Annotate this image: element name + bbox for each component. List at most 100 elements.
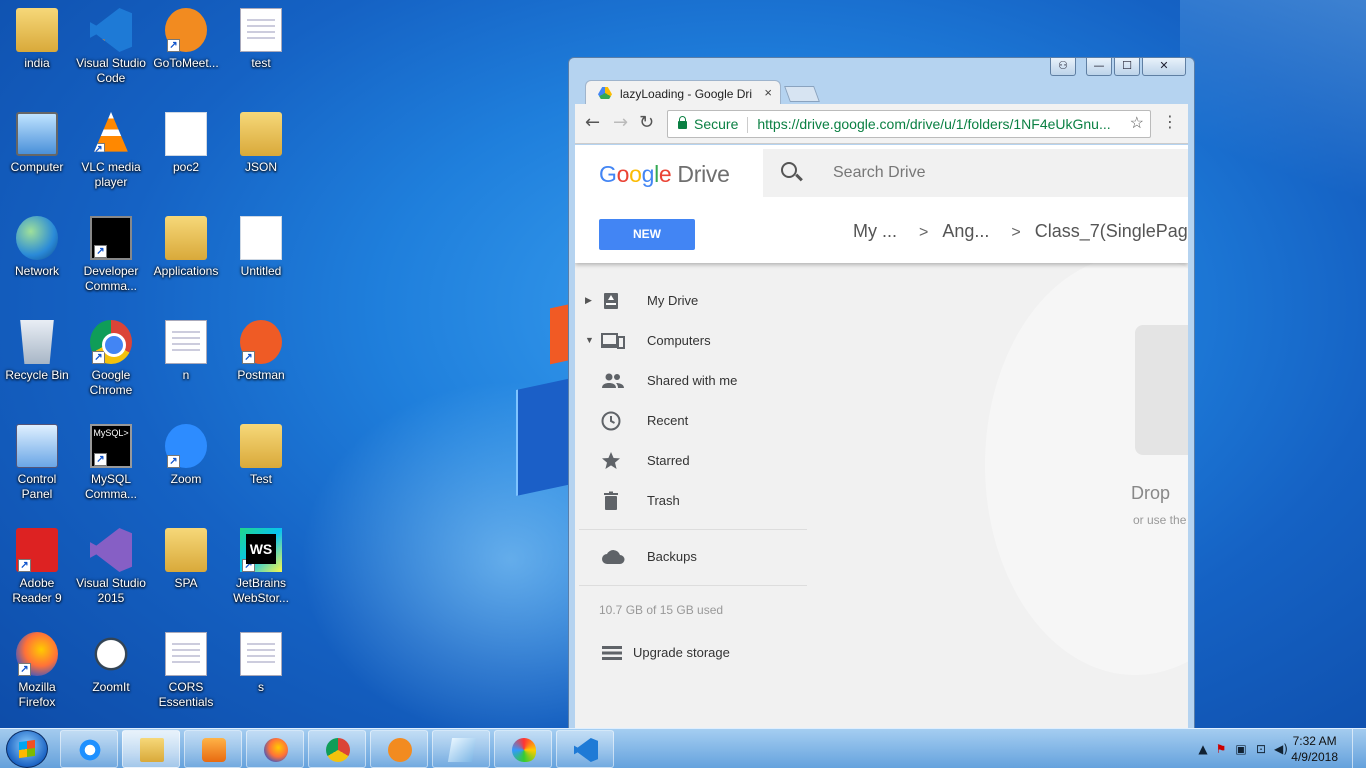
desktop-icon-json[interactable]: JSON (225, 112, 297, 175)
desktop-icon-cors-essentials[interactable]: CORS Essentials (150, 632, 222, 710)
desktop-icon-n[interactable]: n (150, 320, 222, 383)
expand-triangle-icon[interactable]: ▶ (585, 295, 592, 306)
notes-icon (447, 738, 477, 762)
upgrade-storage-link[interactable]: Upgrade storage (575, 633, 807, 673)
tab-strip: lazyLoading - Google Dri × (575, 76, 1188, 106)
search-placeholder: Search Drive (833, 164, 926, 181)
desktop-icon-test[interactable]: test (225, 8, 297, 71)
minimize-button[interactable]: — (1086, 58, 1112, 76)
browser-menu-icon[interactable]: ⋮ (1162, 114, 1178, 130)
address-bar[interactable]: Secure https://drive.google.com/drive/u/1… (667, 110, 1151, 138)
desktop-icon-test[interactable]: Test (225, 424, 297, 487)
sidebar-item-computers[interactable]: ▼ Computers (575, 321, 807, 361)
show-desktop-button[interactable] (1352, 729, 1366, 768)
desktop-icon-label: JetBrains WebStor... (233, 576, 289, 605)
reload-icon[interactable]: ↻ (639, 113, 654, 133)
drive-page: Google Drive Search Drive NEW My ... > Ang.… (575, 145, 1188, 728)
sidebar-item-trash[interactable]: Trash (575, 481, 807, 521)
star-icon (602, 452, 620, 469)
forward-arrow-icon[interactable]: → (613, 113, 628, 133)
sidebar-item-my-drive[interactable]: ▶ My Drive (575, 281, 807, 321)
storage-icon (602, 646, 622, 660)
tab-lazyloading[interactable]: lazyLoading - Google Dri × (585, 80, 781, 106)
sidebar-item-starred[interactable]: Starred (575, 441, 807, 481)
back-arrow-icon[interactable]: ← (585, 113, 600, 133)
recycle-bin-icon (20, 320, 54, 364)
desktop-icon-label: Computer (10, 160, 64, 174)
taskbar-button-media-player[interactable] (184, 730, 242, 768)
show-hidden-icons-icon[interactable]: ▲ (1196, 742, 1210, 756)
google-drive-logo[interactable]: Google Drive (599, 161, 730, 188)
desktop-icon-label: SPA (174, 576, 198, 590)
desktop-icon-mozilla-firefox[interactable]: ↗ Mozilla Firefox (1, 632, 73, 710)
desktop-icon-zoom[interactable]: ↗ Zoom (150, 424, 222, 487)
taskbar-button-chrome[interactable] (308, 730, 366, 768)
taskbar-button-gotomeeting[interactable] (370, 730, 428, 768)
gotomeeting-icon (388, 738, 412, 762)
chrome-window[interactable]: ⚇ — ☐ ✕ lazyLoading - Google Dri × ← → ↻… (568, 57, 1195, 729)
vscode-icon (574, 738, 598, 762)
desktop-icon-jetbrains-webstor[interactable]: ↗ JetBrains WebStor... (225, 528, 297, 606)
profile-button[interactable]: ⚇ (1050, 58, 1076, 76)
taskbar-button-paint[interactable] (494, 730, 552, 768)
sidebar-item-backups[interactable]: Backups (575, 537, 807, 577)
collapse-triangle-icon[interactable]: ▼ (585, 335, 594, 345)
desktop-icon-visual-studio-code[interactable]: ↗ Visual Studio Code (75, 8, 147, 86)
taskbar-button-notes[interactable] (432, 730, 490, 768)
desktop-icon-computer[interactable]: Computer (1, 112, 73, 175)
desktop-icon-s[interactable]: s (225, 632, 297, 695)
desktop-icon-postman[interactable]: ↗ Postman (225, 320, 297, 383)
desktop-icon-control-panel[interactable]: Control Panel (1, 424, 73, 502)
network-tray-icon[interactable]: ⊡ (1254, 742, 1268, 756)
maximize-button[interactable]: ☐ (1114, 58, 1140, 76)
breadcrumb-current[interactable]: Class_7(SinglePage (1035, 221, 1188, 241)
volume-icon[interactable]: ◀) (1274, 742, 1288, 756)
sidebar-item-recent[interactable]: Recent (575, 401, 807, 441)
taskbar-button-vscode[interactable] (556, 730, 614, 768)
desktop-icon-network[interactable]: Network (1, 216, 73, 279)
action-center-icon[interactable]: ⚑ (1214, 742, 1228, 756)
device-icon[interactable]: ▣ (1234, 742, 1248, 756)
visual-studio-icon (90, 528, 132, 572)
tab-close-icon[interactable]: × (764, 85, 772, 100)
bookmark-star-icon[interactable]: ☆ (1130, 111, 1144, 137)
close-window-button[interactable]: ✕ (1142, 58, 1186, 76)
desktop-icon-gotomeet[interactable]: ↗ GoToMeet... (150, 8, 222, 71)
sidebar-item-shared[interactable]: Shared with me (575, 361, 807, 401)
breadcrumb-item[interactable]: My ... (853, 221, 897, 241)
sidebar-item-label: Starred (647, 453, 690, 468)
desktop-icon-india[interactable]: india (1, 8, 73, 71)
webstorm-icon: ↗ (240, 528, 282, 572)
start-button[interactable] (6, 730, 48, 768)
clock[interactable]: 7:32 AM 4/9/2018 (1291, 733, 1338, 765)
google-logo-letter: g (641, 161, 655, 187)
desktop-icon-label: india (24, 56, 50, 70)
drive-header: Google Drive Search Drive NEW My ... > Ang.… (575, 145, 1188, 263)
desktop-icon-developer-comma[interactable]: ↗ Developer Comma... (75, 216, 147, 294)
desktop-icon-poc2[interactable]: poc2 (150, 112, 222, 175)
desktop-icon-zoomit[interactable]: ZoomIt (75, 632, 147, 695)
taskbar-button-internet-explorer[interactable] (60, 730, 118, 768)
desktop-icon-adobe-reader-9[interactable]: ↗ Adobe Reader 9 (1, 528, 73, 606)
google-wordmark: Google (599, 161, 672, 187)
desktop-icon-google-chrome[interactable]: ↗ Google Chrome (75, 320, 147, 398)
shortcut-arrow-icon: ↗ (167, 39, 180, 52)
desktop-icon-visual-studio-2015[interactable]: Visual Studio 2015 (75, 528, 147, 606)
desktop-icon-spa[interactable]: SPA (150, 528, 222, 591)
taskbar-button-firefox[interactable] (246, 730, 304, 768)
taskbar-button-file-explorer[interactable] (122, 730, 180, 768)
desktop-icon-applications[interactable]: Applications (150, 216, 222, 279)
breadcrumb-item[interactable]: Ang... (942, 221, 989, 241)
desktop-icon-untitled[interactable]: Untitled (225, 216, 297, 279)
sidebar-divider (579, 585, 807, 586)
desktop-icon-label: Untitled (240, 264, 282, 278)
search-drive-box[interactable]: Search Drive (763, 149, 1188, 197)
desktop-icon-recycle-bin[interactable]: Recycle Bin (1, 320, 73, 383)
vlc-icon: ↗ (94, 112, 128, 152)
search-icon[interactable] (781, 162, 797, 178)
new-button[interactable]: NEW (599, 219, 695, 250)
sidebar-item-label: Recent (647, 413, 689, 428)
desktop-icon-mysql-comma[interactable]: MySQL> ↗ MySQL Comma... (75, 424, 147, 502)
desktop-icon-vlc-media-player[interactable]: ↗ VLC media player (75, 112, 147, 190)
new-tab-button[interactable] (784, 86, 820, 102)
